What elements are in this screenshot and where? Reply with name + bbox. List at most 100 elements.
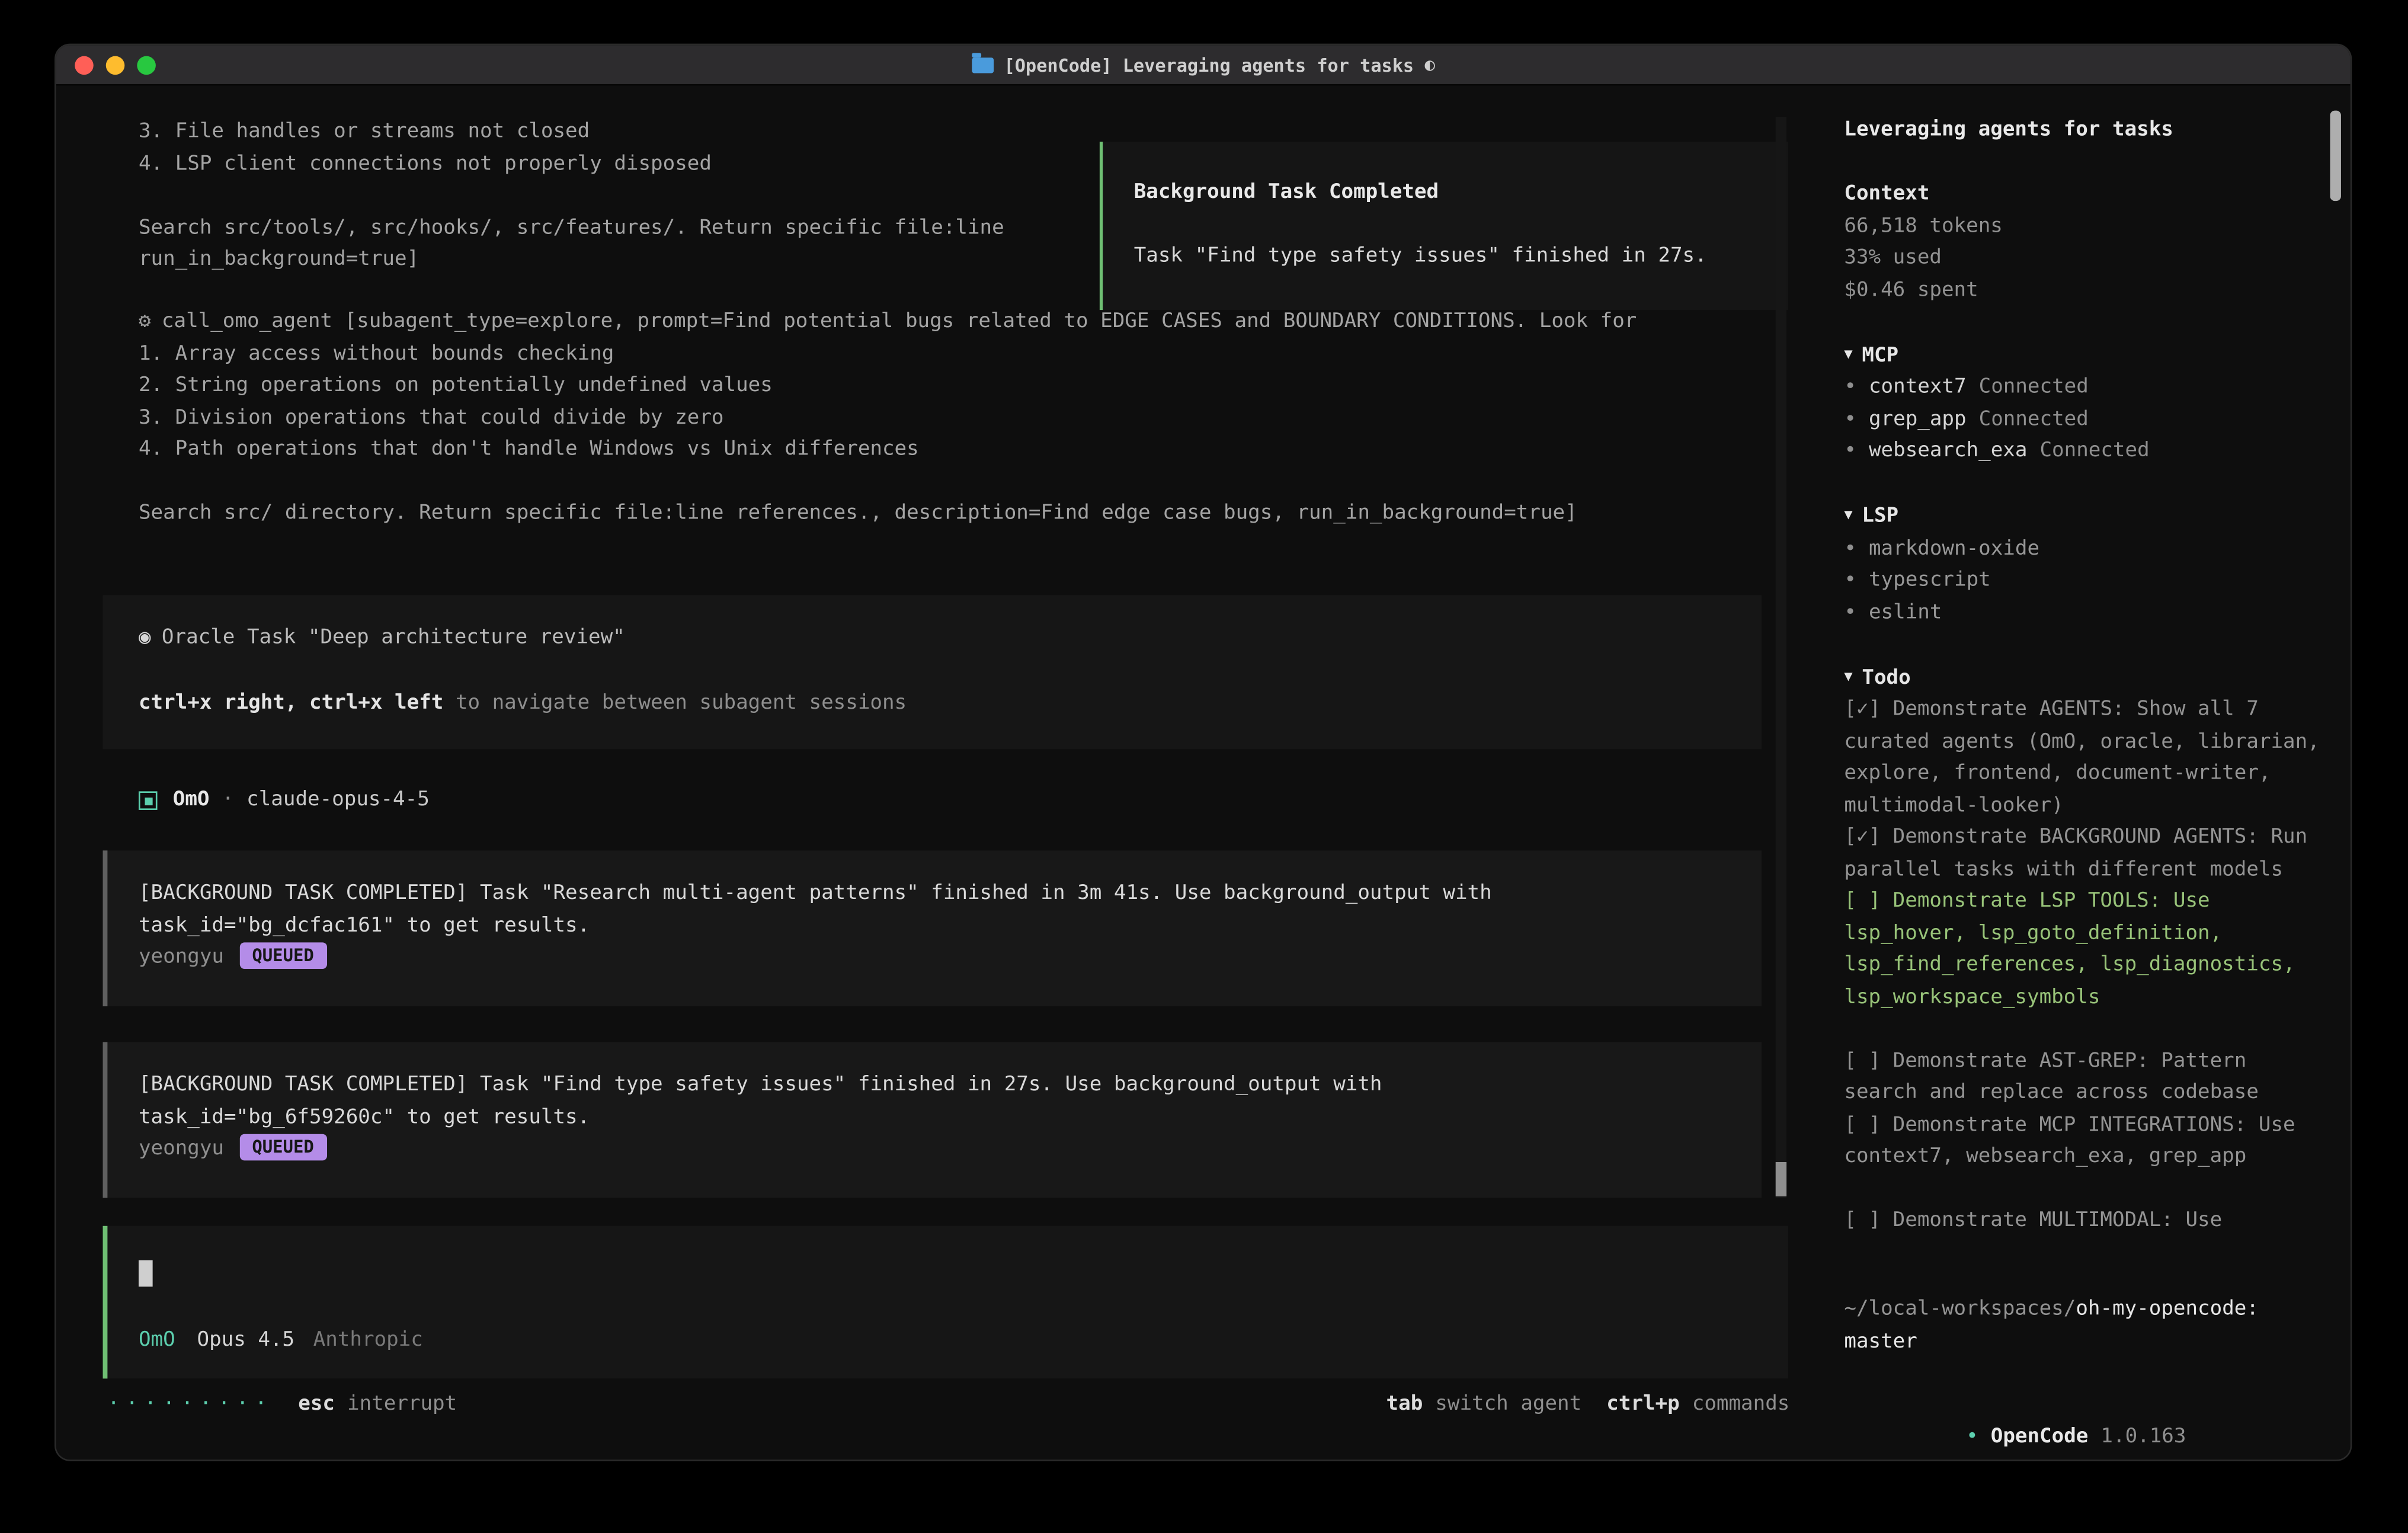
window-title: [OpenCode] Leveraging agents for tasks ◐ (971, 54, 1435, 76)
app-name: OpenCode (1991, 1425, 2089, 1448)
lsp-item: • markdown-oxide (1844, 533, 2327, 565)
log-line: 3. File handles or streams not closed (139, 117, 1004, 149)
log-lines: 3. File handles or streams not closed 4.… (139, 117, 1004, 276)
chevron-down-icon: ▼ (1844, 508, 1852, 523)
workspace-path-name: oh-my-opencode: (2076, 1298, 2259, 1321)
ctrlp-key-label: commands (1692, 1390, 1790, 1422)
mcp-heading: ▼ MCP (1844, 339, 2327, 373)
tool-call-block: ⚙ call_omo_agent [subagent_type=explore, … (139, 307, 1637, 530)
minimize-button[interactable] (106, 56, 125, 75)
input-agent-name: OmO (139, 1325, 175, 1357)
message-meta: yeongyuQUEUED (139, 942, 1731, 974)
bullet-icon: • (1844, 568, 1856, 591)
lsp-name: eslint (1869, 600, 1942, 623)
lsp-heading-label: LSP (1862, 505, 1898, 528)
workspace-path: ~/local-workspaces/oh-my-opencode: maste… (1844, 1294, 2329, 1358)
message-meta: yeongyu QUEUED (139, 1134, 1731, 1166)
esc-key-hint: esc (298, 1390, 335, 1422)
mcp-status: Connected (1979, 407, 2089, 430)
lsp-name: typescript (1869, 568, 1991, 591)
opencode-version: • OpenCode 1.0.163 (1844, 1390, 2186, 1461)
mcp-item: •grep_appConnected (1844, 404, 2327, 436)
message-author: yeongyu (139, 946, 224, 969)
agent-name: OmO (173, 785, 210, 817)
log-line (139, 181, 1004, 213)
tool-call-line: ⚙ call_omo_agent [subagent_type=explore, … (139, 307, 1637, 339)
separator-dot: · (222, 785, 235, 817)
todo-item: [ ] Demonstrate AST-GREP: Pattern search… (1844, 1046, 2327, 1110)
todo-heading-label: Todo (1862, 666, 1910, 689)
message-line: task_id="bg_6f59260c" to get results. (139, 1102, 1731, 1134)
session-sidebar: Leveraging agents for tasks Context 66,5… (1821, 86, 2351, 1460)
context-spent: $0.46 spent (1844, 275, 2327, 307)
window-title-text: [OpenCode] Leveraging agents for tasks (1004, 54, 1414, 76)
mcp-item: •websearch_exaConnected (1844, 436, 2327, 468)
bullet-icon: • (1844, 600, 1856, 623)
text-cursor (139, 1260, 153, 1287)
lsp-heading: ▼ LSP (1844, 500, 2327, 534)
message-block: [BACKGROUND TASK COMPLETED] Task "Find t… (103, 1042, 1762, 1198)
tool-call-text: call_omo_agent [subagent_type=explore, p… (162, 310, 1637, 333)
status-bar: ········· esc interrupt tab switch agent… (107, 1390, 1789, 1422)
navigation-hint: ctrl+x right, ctrl+x left to navigate be… (139, 688, 1726, 720)
input-model-provider: Anthropic (313, 1325, 423, 1357)
log-line: 4. LSP client connections not properly d… (139, 149, 1004, 181)
chat-main-area: 3. File handles or streams not closed 4.… (56, 86, 1788, 1460)
hint-keys: ctrl+x right, ctrl+x left (139, 691, 443, 714)
zoom-button[interactable] (137, 56, 156, 75)
message-line: [BACKGROUND TASK COMPLETED] Task "Find t… (139, 1070, 1731, 1102)
mcp-heading-label: MCP (1862, 344, 1898, 367)
agent-square-icon (139, 792, 158, 811)
lsp-name: markdown-oxide (1869, 537, 2039, 560)
mcp-status: Connected (2039, 439, 2149, 462)
tool-call-item: 2. String operations on potentially unde… (139, 371, 1637, 403)
gear-icon: ⚙ (139, 310, 151, 333)
log-line: run_in_background=true] (139, 245, 1004, 277)
todo-item: [ ] Demonstrate LSP TOOLS: Use lsp_hover… (1844, 886, 2327, 1014)
sidebar-scrollbar-thumb[interactable] (2330, 111, 2341, 201)
lsp-item: • typescript (1844, 565, 2327, 597)
prompt-input[interactable]: OmO Opus 4.5 Anthropic (103, 1226, 1788, 1379)
message-block: [BACKGROUND TASK COMPLETED] Task "Resear… (103, 850, 1762, 1006)
tool-call-text: Search src/ directory. Return specific f… (139, 498, 1637, 530)
lsp-section: ▼ LSP • markdown-oxide • typescript • eslint (1844, 500, 2327, 629)
context-tokens: 66,518 tokens (1844, 211, 2327, 243)
app-version: 1.0.163 (2100, 1425, 2186, 1448)
message-line: task_id="bg_dcfac161" to get results. (139, 910, 1731, 942)
context-used: 33% used (1844, 243, 2327, 275)
chevron-down-icon: ▼ (1844, 347, 1852, 362)
oracle-task-panel: ◉Oracle Task "Deep architecture review" … (103, 595, 1762, 749)
background-task-toast: Background Task Completed Task "Find typ… (1100, 142, 1788, 310)
todo-heading: ▼Todo (1844, 661, 2327, 695)
oracle-task-title: ◉Oracle Task "Deep architecture review" (139, 623, 1726, 655)
message-author: yeongyu (139, 1137, 224, 1160)
desktop: [OpenCode] Leveraging agents for tasks ◐… (0, 0, 2408, 1533)
tab-key-hint: tab (1386, 1390, 1423, 1422)
bullet-icon: • (1844, 439, 1856, 462)
workspace-branch: master (1844, 1326, 2329, 1358)
bullet-icon: • (1844, 376, 1856, 399)
workspace-path-line: ~/local-workspaces/oh-my-opencode: (1844, 1294, 2329, 1326)
close-button[interactable] (75, 56, 94, 75)
mcp-name: context7 (1869, 376, 1967, 399)
tab-key-label: switch agent (1435, 1390, 1581, 1422)
session-title: Leveraging agents for tasks (1844, 116, 2327, 148)
message-line: [BACKGROUND TASK COMPLETED] Task "Resear… (139, 879, 1731, 911)
bullet-icon: • (1966, 1425, 1978, 1448)
terminal-content: 3. File handles or streams not closed 4.… (56, 86, 2351, 1460)
input-model-name: Opus 4.5 (197, 1325, 294, 1357)
spinner-dots-icon: ········· (107, 1390, 273, 1422)
agent-model: claude-opus-4-5 (246, 785, 430, 817)
terminal-window: [OpenCode] Leveraging agents for tasks ◐… (55, 44, 2352, 1461)
status-left: ········· esc interrupt (107, 1390, 457, 1422)
traffic-lights (75, 56, 156, 75)
tool-call-item: 1. Array access without bounds checking (139, 339, 1637, 371)
folder-icon (971, 57, 993, 72)
window-titlebar: [OpenCode] Leveraging agents for tasks ◐ (56, 45, 2351, 85)
lsp-item: • eslint (1844, 597, 2327, 629)
tool-call-item: 3. Division operations that could divide… (139, 403, 1637, 435)
queued-badge: QUEUED (239, 1134, 326, 1161)
main-scrollbar-thumb[interactable] (1776, 1162, 1786, 1196)
mcp-section: ▼ MCP • context7 Connected •grep_appConnect… (1844, 339, 2327, 468)
bullet-icon: • (1844, 537, 1856, 560)
